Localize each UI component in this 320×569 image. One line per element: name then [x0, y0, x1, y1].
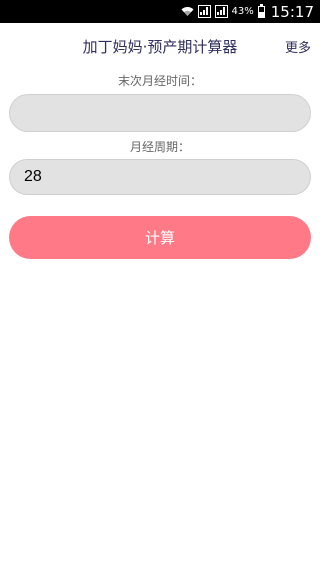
calculate-button-label: 计算 [144, 229, 175, 247]
signal-icon-1 [197, 5, 211, 18]
last-period-input[interactable] [9, 94, 311, 132]
battery-percent: 43% [231, 6, 254, 17]
wifi-icon [181, 6, 194, 17]
last-period-label: 末次月经时间： [117, 74, 202, 88]
clock: 15:17 [270, 2, 314, 21]
cycle-label: 月经周期： [129, 140, 190, 154]
cycle-input[interactable] [9, 159, 311, 195]
status-bar: 43% 15:17 [0, 0, 320, 23]
app-header: 加丁妈妈·预产期计算器 更多 [0, 23, 320, 69]
page-title: 加丁妈妈·预产期计算器 [82, 38, 238, 56]
battery-fill [258, 12, 264, 17]
battery-icon [257, 3, 265, 18]
more-button[interactable]: 更多 [285, 37, 311, 56]
calculate-button[interactable]: 计算 [9, 216, 311, 259]
signal-icon-2 [214, 5, 228, 18]
